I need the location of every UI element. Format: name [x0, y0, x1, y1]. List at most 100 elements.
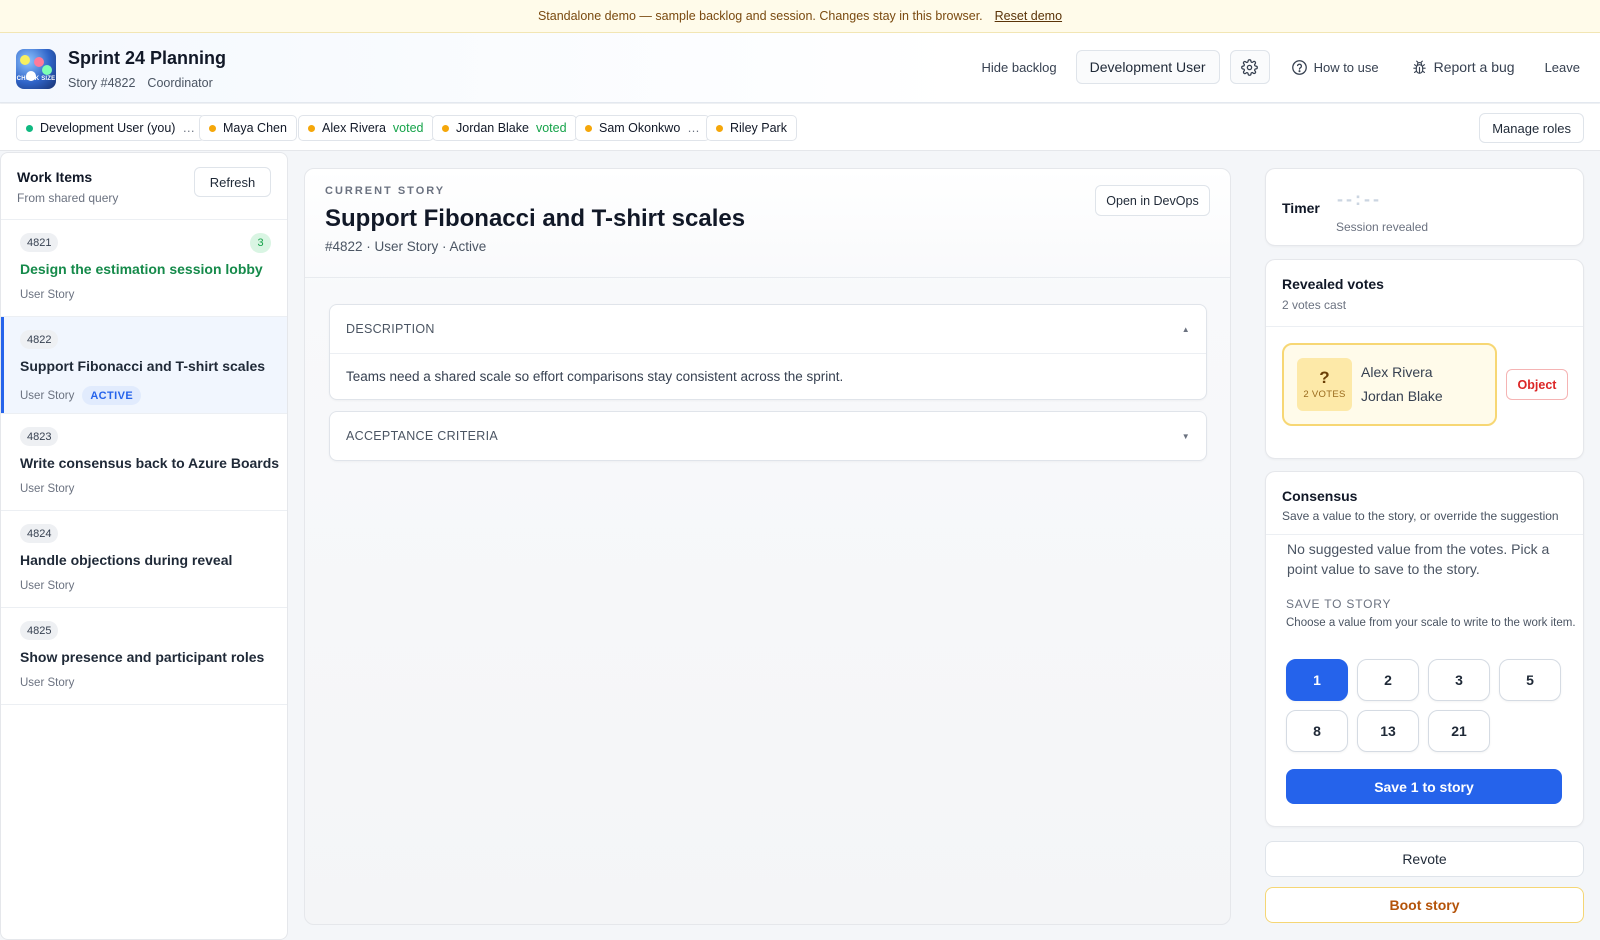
settings-button[interactable] — [1229, 50, 1270, 84]
presence-dot — [209, 124, 216, 132]
presence-dot — [442, 124, 449, 132]
save-to-story-button[interactable]: Save 1 to story — [1286, 769, 1562, 804]
participant-status: … — [687, 121, 700, 135]
point-option-3[interactable]: 3 — [1428, 659, 1490, 701]
work-items-sidebar: Work Items From shared query Refresh 482… — [0, 152, 288, 940]
acceptance-criteria-section: ACCEPTANCE CRITERIA ▼ — [329, 411, 1207, 461]
work-item[interactable]: 4821 3 Design the estimation session lob… — [1, 220, 287, 317]
work-item-type: User Story — [20, 289, 74, 301]
point-option-1[interactable]: 1 — [1286, 659, 1348, 701]
point-option-21[interactable]: 21 — [1428, 710, 1490, 752]
revealed-votes-subtitle: 2 votes cast — [1282, 298, 1347, 312]
work-item-type-label: User Story — [20, 580, 75, 592]
work-item-type: User Story ACTIVE — [20, 386, 142, 405]
work-item-active[interactable]: 4822 Support Fibonacci and T-shirt scale… — [1, 317, 287, 414]
how-to-use-button[interactable]: How to use — [1291, 59, 1379, 76]
story-divider — [305, 277, 1230, 278]
report-bug-label: Report a bug — [1433, 59, 1515, 75]
work-item-type-label: User Story — [20, 289, 75, 301]
save-to-story-label: SAVE TO STORY — [1286, 597, 1392, 611]
session-title: Sprint 24 Planning — [68, 48, 227, 68]
description-toggle[interactable]: DESCRIPTION ▲ — [330, 305, 1206, 353]
gear-icon — [1241, 58, 1258, 76]
bug-icon — [1412, 60, 1426, 74]
story-panel: CURRENT STORY Support Fibonacci and T-sh… — [304, 168, 1231, 925]
work-item-type-label: User Story — [20, 389, 75, 402]
participant-name: Development User (you) — [40, 121, 176, 135]
current-story-label: CURRENT STORY — [325, 185, 446, 197]
participant-chip[interactable]: Alex Rivera voted — [298, 115, 434, 141]
consensus-divider — [1266, 534, 1583, 535]
point-option-13[interactable]: 13 — [1357, 710, 1419, 752]
work-item-title: Write consensus back to Azure Boards — [20, 455, 280, 471]
work-item-type-label: User Story — [20, 677, 75, 689]
work-item-id: 4821 — [20, 233, 59, 252]
boot-story-button[interactable]: Boot story — [1265, 887, 1584, 923]
work-item-title: Design the estimation session lobby — [20, 261, 263, 277]
revote-button[interactable]: Revote — [1265, 841, 1584, 877]
story-title: Support Fibonacci and T-shirt scales — [325, 205, 746, 232]
voter-name: Alex Rivera — [1361, 364, 1433, 380]
consensus-subtitle: Save a value to the story, or override t… — [1282, 509, 1559, 523]
leave-button[interactable]: Leave — [1545, 60, 1580, 75]
work-item-id: 4822 — [20, 330, 59, 349]
voter-name: Jordan Blake — [1361, 388, 1443, 404]
participant-status: voted — [392, 121, 424, 135]
presence-dot — [585, 124, 592, 132]
report-bug-button[interactable]: Report a bug — [1411, 59, 1515, 76]
work-item[interactable]: 4824 Handle objections during reveal Use… — [1, 511, 287, 608]
acceptance-criteria-toggle[interactable]: ACCEPTANCE CRITERIA ▼ — [330, 412, 1206, 460]
session-subtitle: Story #4822 Coordinator — [68, 76, 213, 90]
point-option-5[interactable]: 5 — [1499, 659, 1561, 701]
consensus-note: No suggested value from the votes. Pick … — [1287, 541, 1550, 577]
revealed-votes-divider — [1266, 326, 1583, 327]
timer-card: Timer --:-- Session revealed — [1265, 168, 1584, 246]
how-to-use-label: How to use — [1313, 59, 1379, 75]
participant-chip[interactable]: Sam Okonkwo … — [575, 115, 710, 141]
app-header: CHUNK SIZE Sprint 24 Planning Story #482… — [0, 33, 1600, 103]
participant-chip[interactable]: Maya Chen — [199, 115, 297, 141]
reset-demo-link[interactable]: Reset demo — [995, 9, 1062, 23]
participant-chip[interactable]: Riley Park — [706, 115, 797, 141]
work-items-header: Work Items From shared query Refresh — [1, 153, 287, 220]
point-option-2[interactable]: 2 — [1357, 659, 1419, 701]
open-in-devops-button[interactable]: Open in DevOps — [1095, 185, 1210, 216]
point-option-8[interactable]: 8 — [1286, 710, 1348, 752]
work-item-type: User Story — [20, 580, 74, 592]
participant-name: Jordan Blake — [456, 121, 529, 135]
participant-name: Sam Okonkwo — [599, 121, 681, 135]
timer-status: Session revealed — [1336, 220, 1429, 234]
user-role: Coordinator — [147, 76, 213, 90]
timer-value: --:-- — [1337, 189, 1382, 209]
object-button[interactable]: Object — [1506, 369, 1568, 400]
work-item-id: 4825 — [20, 621, 59, 640]
work-item-type: User Story — [20, 483, 74, 495]
participant-chip[interactable]: Development User (you) … — [16, 115, 205, 141]
participant-name: Alex Rivera — [322, 121, 386, 135]
refresh-button[interactable]: Refresh — [194, 167, 271, 197]
work-item-title: Show presence and participant roles — [20, 649, 265, 665]
work-item-type: User Story — [20, 677, 74, 689]
work-items-subtitle: From shared query — [17, 191, 119, 205]
chevron-up-icon: ▲ — [1181, 324, 1190, 334]
work-item[interactable]: 4825 Show presence and participant roles… — [1, 608, 287, 705]
hide-backlog-button[interactable]: Hide backlog — [981, 60, 1056, 75]
save-to-story-description: Choose a value from your scale to write … — [1286, 617, 1576, 629]
vote-value: ? — [1319, 368, 1330, 387]
work-item-title: Support Fibonacci and T-shirt scales — [20, 358, 266, 374]
manage-roles-button[interactable]: Manage roles — [1479, 113, 1584, 143]
vote-group: ? 2 VOTES Alex Rivera Jordan Blake — [1282, 343, 1497, 426]
story-reference: Story #4822 — [68, 76, 136, 90]
presence-dot — [308, 124, 315, 132]
demo-banner: Standalone demo — sample backlog and ses… — [0, 0, 1600, 33]
participant-name: Riley Park — [730, 121, 787, 135]
vote-value-tile: ? 2 VOTES — [1297, 358, 1352, 411]
vote-count-badge: 3 — [250, 233, 271, 253]
description-section: DESCRIPTION ▲ Teams need a shared scale … — [329, 304, 1207, 400]
user-menu-button[interactable]: Development User — [1075, 50, 1220, 84]
work-item-title: Handle objections during reveal — [20, 552, 233, 568]
app-logo: CHUNK SIZE — [16, 49, 56, 89]
acceptance-criteria-heading: ACCEPTANCE CRITERIA — [346, 429, 499, 443]
participant-chip[interactable]: Jordan Blake voted — [432, 115, 577, 141]
work-item[interactable]: 4823 Write consensus back to Azure Board… — [1, 414, 287, 511]
